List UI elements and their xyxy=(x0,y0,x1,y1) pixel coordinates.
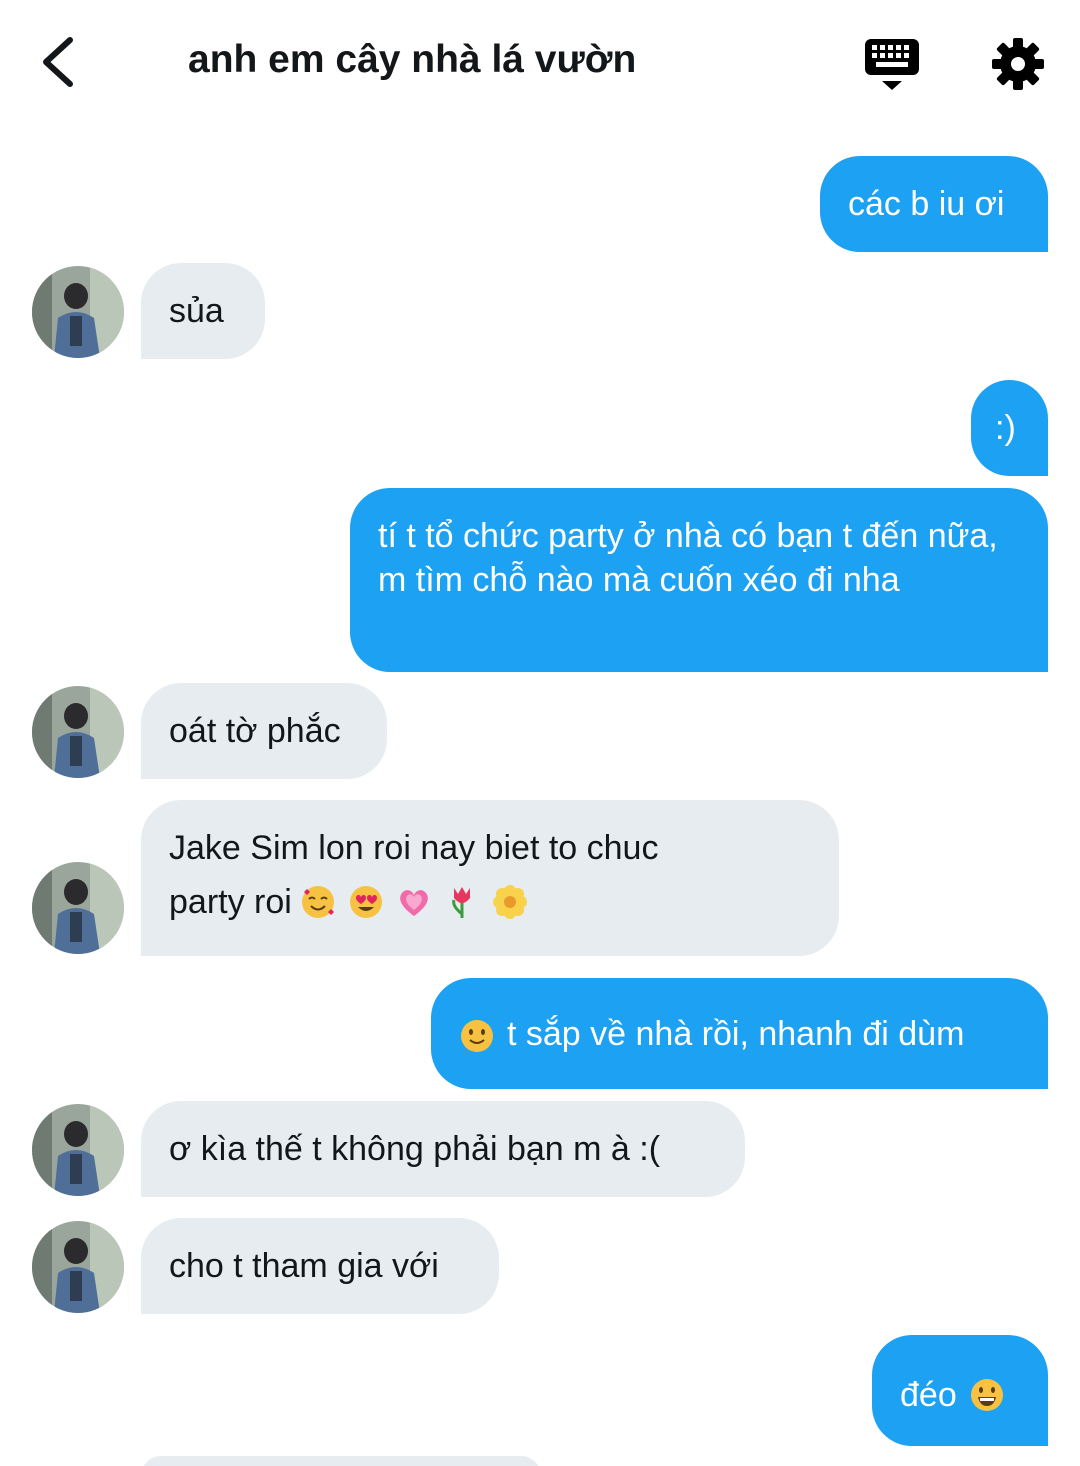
settings-button[interactable] xyxy=(988,34,1048,94)
heart-eyes-icon xyxy=(349,886,382,918)
grinning-face-icon xyxy=(970,1379,1003,1411)
avatar[interactable] xyxy=(32,686,124,778)
growing-heart-icon xyxy=(400,890,428,916)
avatar[interactable] xyxy=(32,266,124,358)
avatar[interactable] xyxy=(32,862,124,954)
message-text: t sắp về nhà rồi, nhanh đi dùm xyxy=(507,1015,965,1053)
message-bubble-outgoing[interactable]: :) xyxy=(971,380,1048,476)
message-bubble-incoming[interactable]: Jake Sim lon roi nay biet to chuc party … xyxy=(141,800,839,956)
message-bubble-outgoing[interactable]: các b iu ơi xyxy=(820,156,1048,252)
blossom-icon xyxy=(492,885,527,919)
message-bubble-outgoing[interactable]: t sắp về nhà rồi, nhanh đi dùm xyxy=(431,978,1048,1089)
message-text: ơ kìa thế t không phải bạn m à :( xyxy=(169,1130,661,1168)
message-text: sủa xyxy=(169,292,224,330)
emoji-row xyxy=(300,884,528,920)
message-text: tí t tổ chức party ở nhà có bạn t đến nữ… xyxy=(378,517,998,599)
message-bubble-outgoing[interactable]: đéo xyxy=(872,1335,1048,1446)
message-text: các b iu ơi xyxy=(848,185,1005,223)
smiling-face-with-hearts-icon xyxy=(301,886,334,918)
avatar[interactable] xyxy=(32,1221,124,1313)
dm-conversation-screen: anh em cây nhà lá vườn các b iu ơi sủa:… xyxy=(0,0,1080,1466)
keyboard-shortcut-button[interactable] xyxy=(862,36,924,94)
message-text: Jake Sim lon roi nay biet to chuc xyxy=(169,829,659,867)
message-bubble-outgoing[interactable]: tí t tổ chức party ở nhà có bạn t đến nữ… xyxy=(350,488,1048,672)
gear-icon xyxy=(992,38,1044,90)
conversation-title: anh em cây nhà lá vườn xyxy=(188,38,637,81)
message-bubble-incoming[interactable]: oát tờ phắc xyxy=(141,683,387,779)
chevron-left-icon xyxy=(43,37,73,87)
message-text: oát tờ phắc xyxy=(169,712,341,750)
message-bubble-incoming[interactable]: ơ kìa thế t không phải bạn m à :( xyxy=(141,1101,745,1197)
message-text: đéo xyxy=(900,1376,957,1414)
keyboard-icon xyxy=(865,39,919,90)
message-text: cho t tham gia với xyxy=(169,1247,439,1285)
slightly-smiling-face-icon xyxy=(461,1020,493,1052)
message-bubble-incoming[interactable]: cho t tham gia với xyxy=(141,1218,499,1314)
back-button[interactable] xyxy=(30,30,90,94)
message-text: :) xyxy=(995,409,1016,447)
message-bubble-incoming[interactable] xyxy=(141,1456,541,1466)
tulip-icon xyxy=(452,887,470,918)
conversation-header: anh em cây nhà lá vườn xyxy=(0,0,1080,125)
message-bubble-incoming[interactable]: sủa xyxy=(141,263,265,359)
message-text-line2: party roi xyxy=(169,880,811,924)
avatar[interactable] xyxy=(32,1104,124,1196)
